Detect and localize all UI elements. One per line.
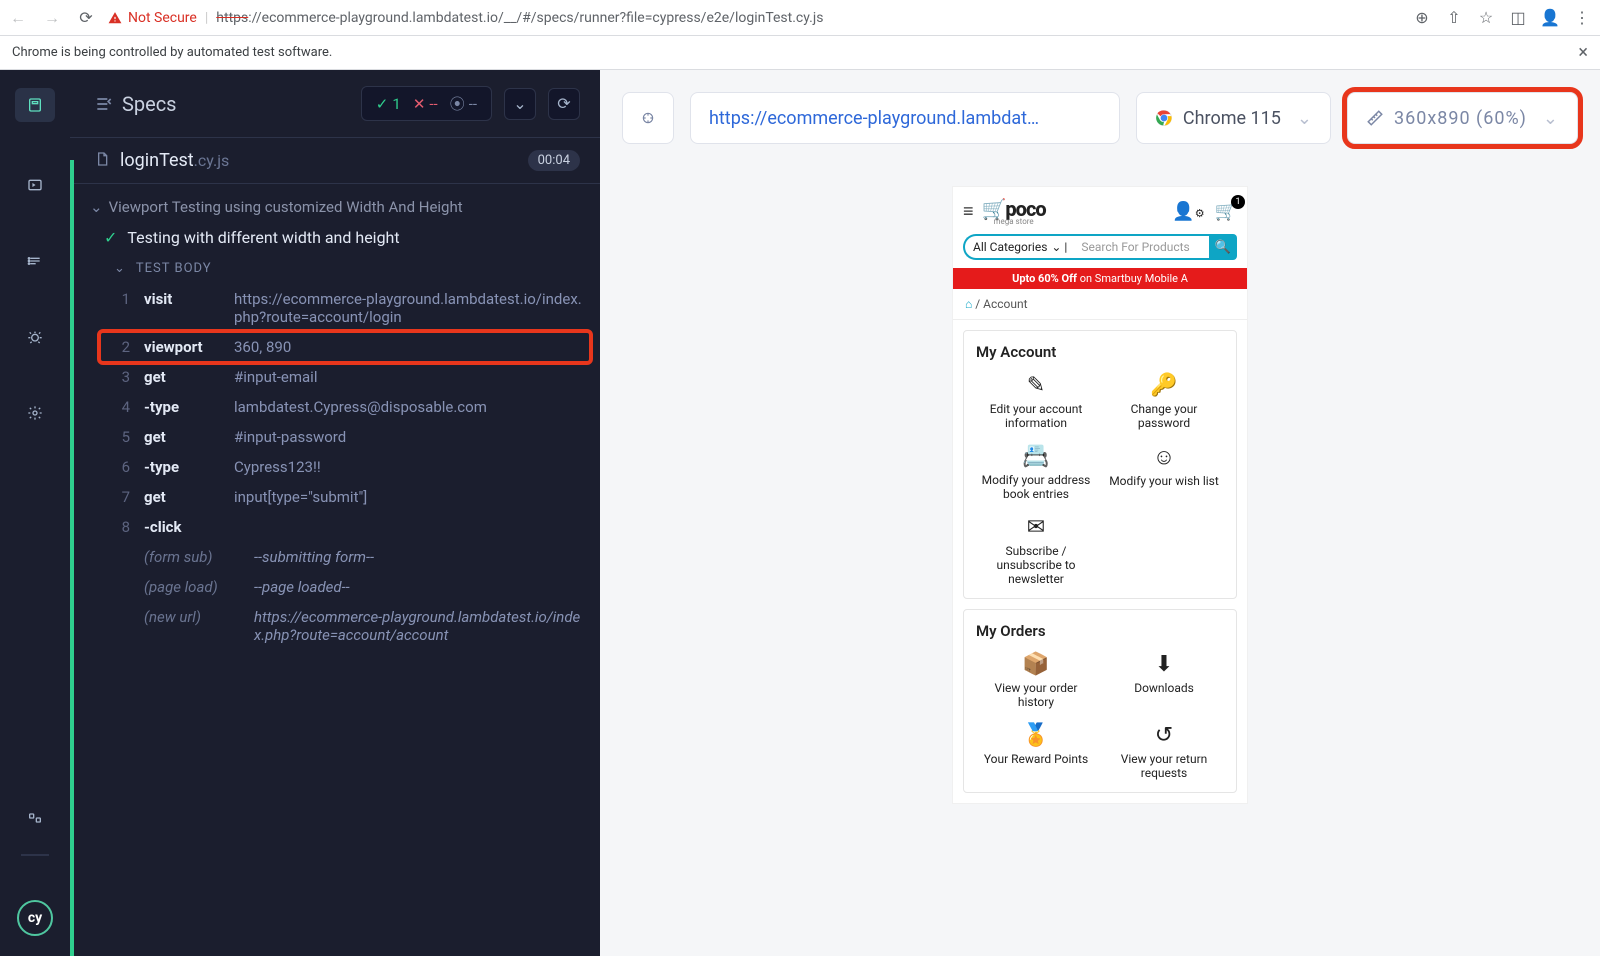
- search-button[interactable]: 🔍: [1209, 234, 1237, 260]
- order-tile[interactable]: ⬇Downloads: [1104, 652, 1224, 709]
- browser-toolbar: ← → ⟳ Not Secure | https://ecommerce-pla…: [0, 0, 1600, 36]
- order-tile[interactable]: ↺View your return requests: [1104, 723, 1224, 780]
- command-row[interactable]: 4-typelambdatest.Cypress@disposable.com: [100, 392, 590, 422]
- command-row[interactable]: 6-typeCypress123!!: [100, 452, 590, 482]
- cypress-sidebar: cy: [0, 70, 70, 956]
- my-orders-card: My Orders 📦View your order history⬇Downl…: [963, 609, 1237, 793]
- command-row[interactable]: 7getinput[type="submit"]: [100, 482, 590, 512]
- spec-name: loginTest: [120, 150, 194, 171]
- nav-runs-icon[interactable]: [22, 172, 48, 198]
- command-row[interactable]: 2viewport360, 890: [100, 332, 590, 362]
- reporter-title: Specs: [122, 92, 177, 116]
- aut-url[interactable]: https://ecommerce-playground.lambdat…: [690, 92, 1120, 144]
- command-event: (page load)--page loaded--: [100, 572, 590, 602]
- spec-file-row[interactable]: loginTest.cy.js 00:04: [70, 138, 600, 184]
- account-tile[interactable]: 📇Modify your address book entries: [976, 444, 1096, 501]
- home-icon[interactable]: ⌂: [965, 297, 972, 311]
- menu-icon[interactable]: ⋮: [1574, 10, 1590, 26]
- ruler-icon: [1366, 109, 1384, 127]
- file-icon: [94, 151, 110, 171]
- account-tile[interactable]: 🔑Change your password: [1104, 373, 1224, 430]
- card-title: My Orders: [976, 622, 1224, 640]
- reporter-panel: Specs ✓ 1 ✕ -- ⦿ -- ⌄ ⟳ loginTest.cy.js …: [70, 70, 600, 956]
- nav-debug-icon[interactable]: [22, 248, 48, 274]
- profile-icon[interactable]: 👤: [1542, 10, 1558, 26]
- forward-icon[interactable]: →: [44, 10, 60, 26]
- bookmark-icon[interactable]: ☆: [1478, 10, 1494, 26]
- breadcrumb: ⌂ / Account: [953, 289, 1247, 320]
- chrome-icon: [1155, 109, 1173, 127]
- search-input[interactable]: Search For Products: [1075, 234, 1209, 260]
- nav-keyboard-icon[interactable]: [22, 805, 48, 831]
- promo-banner: Upto 60% Off on Smartbuy Mobile A: [953, 268, 1247, 289]
- spec-duration: 00:04: [528, 150, 580, 171]
- aut-browser-select[interactable]: Chrome 115 ⌄: [1136, 92, 1331, 144]
- selector-playground-button[interactable]: [622, 92, 674, 144]
- check-icon: ✓: [104, 228, 117, 247]
- command-row[interactable]: 1visithttps://ecommerce-playground.lambd…: [100, 284, 590, 332]
- account-tile[interactable]: ✉Subscribe / unsubscribe to newsletter: [976, 515, 1096, 586]
- stats-pill: ✓ 1 ✕ -- ⦿ --: [361, 86, 492, 121]
- next-button[interactable]: ⌄: [504, 88, 536, 120]
- category-dropdown[interactable]: All Categories ⌄ |: [963, 234, 1075, 260]
- chevron-down-icon: ⌄: [1543, 108, 1559, 129]
- command-row[interactable]: 8-click: [100, 512, 590, 542]
- command-row[interactable]: 5get#input-password: [100, 422, 590, 452]
- account-tile[interactable]: ☺Modify your wish list: [1104, 444, 1224, 501]
- collapse-icon[interactable]: [94, 94, 114, 114]
- command-event: (form sub)--submitting form--: [100, 542, 590, 572]
- chevron-down-icon: ⌄: [1297, 108, 1312, 129]
- rerun-button[interactable]: ⟳: [548, 88, 580, 120]
- nav-settings-icon[interactable]: [22, 400, 48, 426]
- order-tile[interactable]: 📦View your order history: [976, 652, 1096, 709]
- address-bar[interactable]: Not Secure | https://ecommerce-playgroun…: [108, 10, 1400, 26]
- account-tile[interactable]: ✎Edit your account information: [976, 373, 1096, 430]
- back-icon[interactable]: ←: [10, 10, 26, 26]
- command-event: (new url)https://ecommerce-playground.la…: [100, 602, 590, 650]
- nav-bug-icon[interactable]: [22, 324, 48, 350]
- aut-viewport-select[interactable]: 360x890 (60%) ⌄: [1347, 92, 1578, 144]
- suite-row[interactable]: ⌄ Viewport Testing using customized Widt…: [80, 192, 600, 222]
- cart-icon[interactable]: 🛒: [1215, 201, 1237, 222]
- not-secure-badge: Not Secure: [108, 10, 197, 26]
- aut-panel: https://ecommerce-playground.lambdat… Ch…: [600, 70, 1600, 956]
- nav-specs-icon[interactable]: [15, 88, 55, 122]
- chevron-down-icon: ⌄: [114, 261, 126, 276]
- share-icon[interactable]: ⇧: [1446, 10, 1462, 26]
- panel-icon[interactable]: ◫: [1510, 10, 1526, 26]
- test-row[interactable]: ✓ Testing with different width and heigh…: [80, 222, 600, 253]
- app-under-test: ≡ 🛒poco mega store 👤⚙ 🛒 All Categories ⌄…: [952, 186, 1248, 804]
- cypress-logo-icon[interactable]: cy: [17, 900, 53, 936]
- my-account-card: My Account ✎Edit your account informatio…: [963, 330, 1237, 599]
- reload-icon[interactable]: ⟳: [78, 10, 94, 26]
- command-row[interactable]: 3get#input-email: [100, 362, 590, 392]
- infobar-text: Chrome is being controlled by automated …: [12, 45, 332, 60]
- site-logo[interactable]: 🛒poco mega store: [982, 197, 1046, 226]
- user-gear-icon[interactable]: 👤⚙: [1172, 201, 1204, 222]
- order-tile[interactable]: 🏅Your Reward Points: [976, 723, 1096, 780]
- automation-infobar: Chrome is being controlled by automated …: [0, 36, 1600, 70]
- zoom-icon[interactable]: ⊕: [1414, 10, 1430, 26]
- close-icon[interactable]: ×: [1578, 42, 1588, 63]
- chevron-down-icon: ⌄: [90, 198, 103, 216]
- hamburger-icon[interactable]: ≡: [963, 201, 974, 222]
- test-body-label[interactable]: ⌄ TEST BODY: [80, 253, 600, 284]
- card-title: My Account: [976, 343, 1224, 361]
